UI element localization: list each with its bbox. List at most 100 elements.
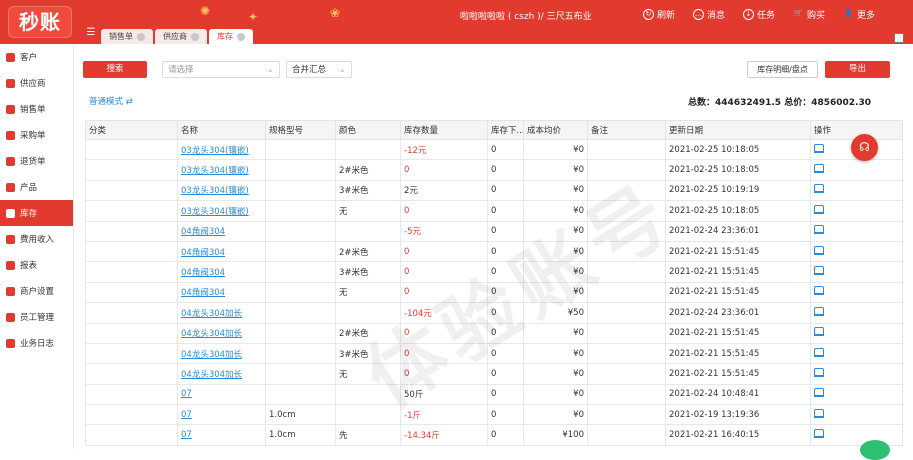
sales-order-icon — [6, 104, 15, 114]
sidebar-item-inventory[interactable]: 库存 — [0, 200, 73, 226]
nav-label: 刷新 — [657, 11, 676, 21]
close-icon[interactable] — [137, 32, 145, 41]
sidebar-item-merchant-settings[interactable]: 商户设置 — [0, 278, 73, 304]
warehouse-icon[interactable] — [814, 143, 824, 153]
cart-icon: 🛒 — [794, 9, 803, 17]
cell-cost: ¥100 — [523, 424, 588, 446]
sidebar-item-label: 退货单 — [20, 157, 46, 167]
inventory-table: 分类 名称 规格型号 颜色 库存数量 库存下... 成本均价 备注 更新日期 操… — [85, 120, 903, 446]
table-row: 04龙头304加长 -104元 0 ¥50 2021-02-24 23:36:01 — [85, 302, 903, 324]
warehouse-icon[interactable] — [814, 266, 824, 276]
close-icon[interactable] — [191, 32, 199, 41]
column-header[interactable]: 颜色 — [335, 120, 401, 140]
search-button[interactable]: 搜索 — [83, 61, 147, 78]
column-header[interactable]: 库存数量 — [400, 120, 488, 140]
tab-inventory[interactable]: 库存 — [209, 29, 253, 44]
cell-name[interactable]: 04龙头304加长 — [177, 302, 266, 324]
cell-name[interactable]: 03龙头304(镶嵌) — [177, 138, 266, 161]
panel-toggle-icon[interactable] — [894, 33, 904, 43]
task-button[interactable]: ↓ 任务 — [743, 8, 775, 21]
category-select[interactable]: 请选择 ⌄ — [162, 61, 280, 78]
merge-select[interactable]: 合并汇总 ⌄ — [286, 61, 352, 78]
cell-color — [335, 302, 401, 324]
cell-date: 2021-02-21 15:51:45 — [665, 342, 811, 365]
cell-spec — [265, 363, 336, 385]
cell-cost: ¥0 — [523, 383, 588, 406]
cell-category — [85, 383, 178, 406]
column-header[interactable]: 名称 — [177, 120, 266, 140]
warehouse-icon[interactable] — [814, 306, 824, 316]
message-button[interactable]: … 消息 — [693, 8, 725, 21]
sidebar-item-expense-income[interactable]: 费用收入 — [0, 226, 73, 252]
column-header[interactable]: 更新日期 — [665, 120, 811, 140]
sidebar-item-purchase-order[interactable]: 采购单 — [0, 122, 73, 148]
inventory-detail-button[interactable]: 库存明细/盘点 — [747, 61, 818, 78]
tab-supplier[interactable]: 供应商 — [155, 29, 207, 44]
warehouse-icon[interactable] — [814, 367, 824, 377]
warehouse-icon[interactable] — [814, 388, 824, 398]
sidebar-item-staff[interactable]: 员工管理 — [0, 304, 73, 330]
column-header[interactable]: 库存下... — [487, 120, 524, 140]
sidebar-item-return-order[interactable]: 退货单 — [0, 148, 73, 174]
sidebar-item-label: 产品 — [20, 183, 38, 193]
table-row: 04角阀304 无 0 0 ¥0 2021-02-21 15:51:45 — [85, 281, 903, 304]
cell-actions — [810, 179, 903, 202]
warehouse-icon[interactable] — [814, 245, 824, 255]
cell-cost: ¥0 — [523, 404, 588, 426]
cell-color: 3#米色 — [335, 179, 401, 202]
chat-bubble-icon[interactable] — [860, 440, 890, 460]
cell-spec — [265, 138, 336, 161]
cell-quantity: 0 — [400, 200, 488, 222]
buy-button[interactable]: 🛒 购买 — [793, 8, 825, 21]
cell-name[interactable]: 04角阀304 — [177, 261, 266, 283]
mode-toggle[interactable]: 普通模式 ⇄ — [89, 95, 133, 107]
cell-name[interactable]: 03龙头304(镶嵌) — [177, 179, 266, 202]
cell-name[interactable]: 04角阀304 — [177, 281, 266, 304]
column-header[interactable]: 规格型号 — [265, 120, 336, 140]
column-header[interactable]: 成本均价 — [523, 120, 588, 140]
cell-name[interactable]: 03龙头304(镶嵌) — [177, 200, 266, 222]
warehouse-icon[interactable] — [814, 429, 824, 439]
cell-note — [587, 261, 666, 283]
customer-service-icon[interactable]: ☊ — [851, 134, 878, 161]
close-icon[interactable] — [237, 32, 245, 41]
cell-quantity: -12元 — [400, 138, 488, 161]
warehouse-icon[interactable] — [814, 327, 824, 337]
cell-name[interactable]: 07 — [177, 404, 266, 426]
tab-sales-order[interactable]: 销售单 — [101, 29, 153, 44]
sidebar-item-log[interactable]: 业务日志 — [0, 330, 73, 356]
cell-quantity: 0 — [400, 281, 488, 304]
refresh-button[interactable]: ↻ 刷新 — [643, 8, 675, 21]
cell-date: 2021-02-19 13:19:36 — [665, 404, 811, 426]
cell-name[interactable]: 03龙头304(镶嵌) — [177, 159, 266, 181]
cell-name[interactable]: 04龙头304加长 — [177, 322, 266, 344]
cell-date: 2021-02-21 15:51:45 — [665, 281, 811, 304]
cell-name[interactable]: 04角阀304 — [177, 220, 266, 242]
sidebar-item-report[interactable]: 报表 — [0, 252, 73, 278]
warehouse-icon[interactable] — [814, 408, 824, 418]
cell-color — [335, 383, 401, 406]
column-header[interactable]: 分类 — [85, 120, 178, 140]
cell-name[interactable]: 07 — [177, 383, 266, 406]
chevron-down-icon: ⌄ — [266, 65, 274, 75]
cell-date: 2021-02-24 23:36:01 — [665, 220, 811, 242]
warehouse-icon[interactable] — [814, 204, 824, 214]
warehouse-icon[interactable] — [814, 164, 824, 174]
more-button[interactable]: 👤 更多 — [843, 8, 875, 21]
warehouse-icon[interactable] — [814, 286, 824, 296]
cell-name[interactable]: 04角阀304 — [177, 240, 266, 263]
cell-name[interactable]: 07 — [177, 424, 266, 446]
cell-name[interactable]: 04龙头304加长 — [177, 363, 266, 385]
export-button[interactable]: 导出 — [825, 61, 890, 78]
sidebar-item-product[interactable]: 产品 — [0, 174, 73, 200]
warehouse-icon[interactable] — [814, 225, 824, 235]
warehouse-icon[interactable] — [814, 347, 824, 357]
cell-category — [85, 159, 178, 181]
warehouse-icon[interactable] — [814, 184, 824, 194]
sidebar-item-customer[interactable]: 客户 — [0, 44, 73, 70]
sidebar-item-sales-order[interactable]: 销售单 — [0, 96, 73, 122]
menu-toggle-icon[interactable]: ☰ — [83, 26, 99, 40]
column-header[interactable]: 备注 — [587, 120, 666, 140]
cell-name[interactable]: 04龙头304加长 — [177, 342, 266, 365]
sidebar-item-supplier[interactable]: 供应商 — [0, 70, 73, 96]
